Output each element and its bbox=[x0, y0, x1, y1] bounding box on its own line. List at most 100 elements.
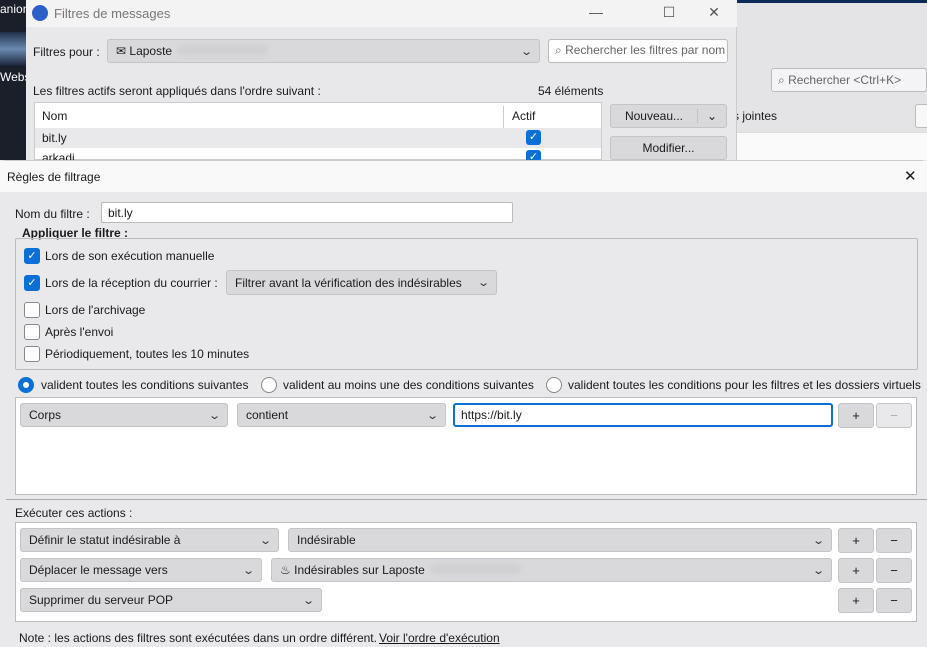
filter-list-dialog: Filtres de messages — ☐ ✕ Filtres pour :… bbox=[26, 0, 737, 165]
redacted bbox=[178, 45, 269, 55]
select-value: Indésirable bbox=[297, 533, 356, 547]
condition-field-select[interactable]: Corps ⌄ bbox=[20, 403, 228, 427]
background-text: anion bbox=[0, 2, 30, 16]
filter-rules-dialog: Règles de filtrage ✕ Nom du filtre : bit… bbox=[0, 160, 927, 647]
match-all-virtual-radio[interactable] bbox=[546, 377, 562, 393]
dialog-title: Règles de filtrage bbox=[7, 170, 101, 184]
chevron-down-icon: ⌄ bbox=[258, 534, 272, 547]
after-send-checkbox[interactable] bbox=[24, 324, 40, 340]
background-window: anion Webs bbox=[0, 0, 30, 160]
select-value: Définir le statut indésirable à bbox=[29, 533, 181, 547]
option-label[interactable]: Après l'envoi bbox=[45, 325, 113, 339]
background-search-box[interactable] bbox=[915, 104, 927, 128]
manual-checkbox[interactable]: ✓ bbox=[24, 248, 40, 264]
filter-table: Nom Actif bit.ly ✓ arkadi ✓ bbox=[34, 102, 602, 165]
action-select[interactable]: Déplacer le message vers ⌄ bbox=[20, 558, 262, 582]
add-action-button[interactable]: + bbox=[838, 588, 874, 613]
filters-for-label: Filtres pour : bbox=[33, 45, 100, 59]
radio-label[interactable]: valident toutes les conditions pour les … bbox=[568, 378, 921, 392]
background-panel bbox=[737, 132, 927, 160]
execution-note: Note : les actions des filtres sont exéc… bbox=[19, 631, 377, 645]
actions-list: Définir le statut indésirable à ⌄ Indésir… bbox=[15, 522, 917, 622]
execution-order-link[interactable]: Voir l'ordre d'exécution bbox=[379, 631, 500, 645]
chevron-down-icon: ⌄ bbox=[425, 409, 439, 422]
action-select[interactable]: Définir le statut indésirable à ⌄ bbox=[20, 528, 279, 552]
select-value: Indésirables sur Laposte bbox=[294, 563, 425, 577]
background-search[interactable]: ⌕ Rechercher <Ctrl+K> bbox=[771, 68, 927, 92]
select-value: Filtrer avant la vérification des indési… bbox=[235, 275, 462, 290]
account-name: Laposte bbox=[129, 44, 173, 58]
condition-value-input[interactable]: https://bit.ly bbox=[453, 403, 833, 427]
active-checkbox[interactable]: ✓ bbox=[526, 130, 541, 145]
item-count: 54 éléments bbox=[538, 84, 604, 98]
search-placeholder: Rechercher <Ctrl+K> bbox=[788, 73, 902, 87]
new-button-group[interactable]: Nouveau... ⌄ bbox=[610, 104, 727, 128]
filter-search-input[interactable]: ⌕ Rechercher les filtres par nom bbox=[548, 39, 728, 63]
close-icon[interactable]: ✕ bbox=[904, 167, 917, 185]
search-placeholder: Rechercher les filtres par nom bbox=[565, 43, 726, 57]
junk-folder-icon: ♨ bbox=[280, 563, 291, 577]
archive-checkbox[interactable] bbox=[24, 302, 40, 318]
title-bar: Filtres de messages — ☐ ✕ bbox=[26, 0, 737, 27]
junk-status-select[interactable]: Indésirable ⌄ bbox=[288, 528, 832, 552]
option-label[interactable]: Lors de l'archivage bbox=[45, 303, 145, 317]
folder-select[interactable]: ♨ Indésirables sur Laposte ⌄ bbox=[271, 558, 832, 582]
account-select[interactable]: ✉ Laposte ⌄ bbox=[107, 39, 540, 63]
chevron-down-icon: ⌄ bbox=[301, 594, 315, 607]
select-value: Corps bbox=[29, 408, 62, 422]
add-condition-button[interactable]: + bbox=[838, 403, 874, 428]
radio-label[interactable]: valident toutes les conditions suivantes bbox=[41, 378, 248, 392]
account-icon: ✉ bbox=[116, 44, 127, 58]
divider bbox=[6, 499, 927, 500]
filter-name-label: Nom du filtre : bbox=[15, 207, 90, 221]
column-name[interactable]: Nom bbox=[42, 109, 67, 123]
remove-action-button[interactable]: − bbox=[876, 558, 912, 583]
title-bar: Règles de filtrage ✕ bbox=[0, 161, 927, 192]
redacted bbox=[430, 564, 521, 574]
thunderbird-logo-icon bbox=[32, 5, 48, 21]
chevron-down-icon: ⌄ bbox=[476, 277, 490, 289]
chevron-down-icon: ⌄ bbox=[207, 409, 221, 422]
reception-checkbox[interactable]: ✓ bbox=[24, 275, 40, 291]
edit-button[interactable]: Modifier... bbox=[610, 136, 727, 160]
column-active[interactable]: Actif bbox=[503, 106, 543, 128]
window-title: Filtres de messages bbox=[54, 6, 171, 21]
add-action-button[interactable]: + bbox=[838, 528, 874, 553]
select-value: Supprimer du serveur POP bbox=[29, 593, 174, 607]
filter-name: bit.ly bbox=[42, 131, 67, 145]
background-image bbox=[0, 32, 26, 66]
action-select[interactable]: Supprimer du serveur POP ⌄ bbox=[20, 588, 322, 612]
match-all-radio[interactable] bbox=[18, 377, 34, 393]
radio-label[interactable]: valident au moins une des conditions sui… bbox=[283, 378, 534, 392]
remove-condition-button[interactable]: − bbox=[876, 403, 912, 428]
chevron-down-icon: ⌄ bbox=[519, 45, 533, 58]
reception-timing-select[interactable]: Filtrer avant la vérification des indési… bbox=[226, 270, 497, 295]
select-value: Déplacer le message vers bbox=[29, 563, 168, 577]
order-text: Les filtres actifs seront appliqués dans… bbox=[33, 84, 321, 98]
condition-operator-select[interactable]: contient ⌄ bbox=[237, 403, 446, 427]
chevron-down-icon: ⌄ bbox=[811, 564, 825, 577]
option-label[interactable]: Lors de son exécution manuelle bbox=[45, 249, 214, 263]
option-label[interactable]: Lors de la réception du courrier : bbox=[45, 276, 218, 290]
remove-action-button[interactable]: − bbox=[876, 588, 912, 613]
conditions-list: Corps ⌄ contient ⌄ https://bit.ly + − bbox=[15, 397, 917, 495]
maximize-icon[interactable]: ☐ bbox=[659, 4, 679, 21]
option-label[interactable]: Périodiquement, toutes les 10 minutes bbox=[45, 347, 249, 361]
close-icon[interactable]: ✕ bbox=[704, 4, 724, 21]
match-any-radio[interactable] bbox=[261, 377, 277, 393]
table-row[interactable]: bit.ly ✓ bbox=[35, 128, 601, 148]
chevron-down-icon[interactable]: ⌄ bbox=[697, 109, 726, 123]
filter-name-input[interactable]: bit.ly bbox=[101, 202, 513, 223]
chevron-down-icon: ⌄ bbox=[811, 534, 825, 547]
new-button[interactable]: Nouveau... bbox=[611, 109, 697, 123]
add-action-button[interactable]: + bbox=[838, 558, 874, 583]
periodic-checkbox[interactable] bbox=[24, 346, 40, 362]
minimize-icon[interactable]: — bbox=[586, 4, 606, 20]
select-value: contient bbox=[246, 408, 289, 422]
actions-label: Exécuter ces actions : bbox=[15, 506, 133, 520]
remove-action-button[interactable]: − bbox=[876, 528, 912, 553]
apply-filter-group: ✓ Lors de son exécution manuelle ✓ Lors … bbox=[15, 238, 918, 370]
background-label: s jointes bbox=[733, 109, 778, 123]
chevron-down-icon: ⌄ bbox=[241, 564, 255, 577]
table-header: Nom Actif bbox=[35, 106, 601, 129]
